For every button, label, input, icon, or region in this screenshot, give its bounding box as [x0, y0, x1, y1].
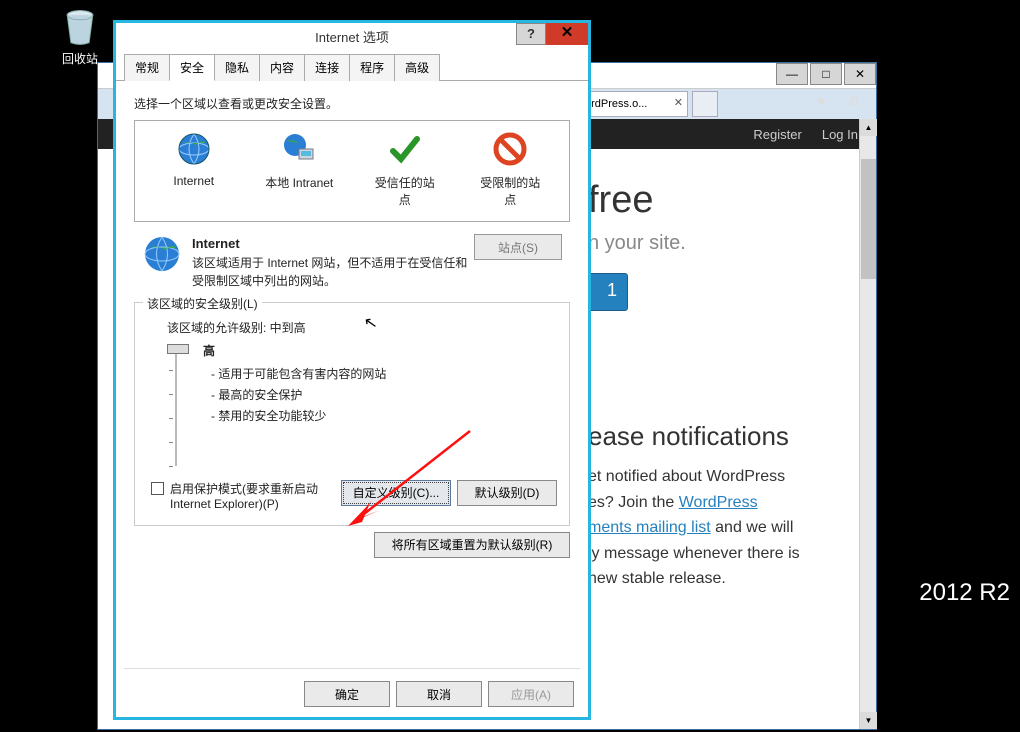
- wordpress-link[interactable]: WordPress: [679, 494, 758, 511]
- restricted-icon: [492, 131, 528, 167]
- globe-icon: [142, 234, 182, 274]
- zone-internet[interactable]: Internet: [159, 131, 229, 211]
- ok-button[interactable]: 确定: [304, 681, 390, 707]
- recycle-bin[interactable]: 回收站: [50, 6, 110, 67]
- protect-mode-row: 启用保护模式(要求重新启动 Internet Explorer)(P) 自定义级…: [147, 480, 557, 511]
- dialog-close-button[interactable]: ✕: [546, 23, 588, 45]
- login-link[interactable]: Log In: [822, 127, 858, 142]
- scroll-up-button[interactable]: ▲: [860, 119, 877, 136]
- close-button[interactable]: ✕: [844, 63, 876, 85]
- apply-button: 应用(A): [488, 681, 574, 707]
- news-text: et notified about WordPress es? Join the…: [588, 464, 846, 592]
- level-description: 高 - 适用于可能包含有害内容的网站 - 最高的安全保护 - 禁用的安全功能较少: [199, 342, 386, 466]
- dialog-footer: 确定 取消 应用(A): [304, 681, 574, 707]
- tab-content[interactable]: 内容: [259, 54, 305, 81]
- zone-prompt: 选择一个区域以查看或更改安全设置。: [134, 95, 570, 112]
- register-link[interactable]: Register: [753, 127, 801, 142]
- recycle-bin-icon: [58, 6, 102, 50]
- tab-privacy[interactable]: 隐私: [214, 54, 260, 81]
- zone-description: 该区域适用于 Internet 网站，但不适用于在受信任和受限制区域中列出的网站…: [192, 256, 467, 288]
- maximize-button[interactable]: □: [810, 63, 842, 85]
- tab-title: ordPress.o...: [585, 98, 647, 110]
- zone-local-intranet[interactable]: 本地 Intranet: [264, 131, 334, 211]
- protect-mode-checkbox[interactable]: [151, 482, 164, 495]
- scroll-down-button[interactable]: ▼: [860, 712, 877, 729]
- slider-thumb[interactable]: [167, 344, 189, 354]
- internet-options-dialog: Internet 选项 ? ✕ 常规 安全 隐私 内容 连接 程序 高级 选择一…: [113, 20, 591, 720]
- zone-selector: Internet 本地 Intranet 受信任的站点 受限制的站点: [134, 120, 570, 222]
- tab-advanced[interactable]: 高级: [394, 54, 440, 81]
- scroll-thumb[interactable]: [861, 159, 876, 279]
- intranet-icon: [281, 131, 317, 167]
- dialog-title-bar[interactable]: Internet 选项 ? ✕: [116, 23, 588, 49]
- reset-all-button[interactable]: 将所有区域重置为默认级别(R): [374, 532, 570, 558]
- zone-trusted[interactable]: 受信任的站点: [370, 131, 440, 211]
- browser-tab[interactable]: ordPress.o... ✕: [578, 91, 688, 117]
- security-legend: 该区域的安全级别(L): [143, 295, 262, 312]
- dialog-tabs: 常规 安全 隐私 内容 连接 程序 高级: [116, 53, 588, 81]
- dialog-body: 选择一个区域以查看或更改安全设置。 Internet 本地 Intranet 受…: [116, 81, 588, 572]
- ie-tools[interactable]: ★ ⚙: [815, 93, 868, 110]
- tab-connections[interactable]: 连接: [304, 54, 350, 81]
- security-slider[interactable]: [167, 346, 185, 466]
- watermark: 2012 R2: [919, 579, 1010, 607]
- tab-security[interactable]: 安全: [169, 54, 215, 81]
- security-level-group: 该区域的安全级别(L) 该区域的允许级别: 中到高 高 - 适用于可能包含有害内…: [134, 302, 570, 526]
- sites-button: 站点(S): [474, 234, 562, 260]
- new-tab-button[interactable]: [692, 91, 718, 117]
- allow-level: 该区域的允许级别: 中到高: [167, 319, 557, 336]
- zone-info: Internet 该区域适用于 Internet 网站，但不适用于在受信任和受限…: [134, 234, 570, 290]
- zone-restricted[interactable]: 受限制的站点: [475, 131, 545, 211]
- tab-programs[interactable]: 程序: [349, 54, 395, 81]
- minimize-button[interactable]: —: [776, 63, 808, 85]
- cancel-button[interactable]: 取消: [396, 681, 482, 707]
- tab-close-icon[interactable]: ✕: [674, 96, 683, 109]
- zone-name: Internet: [192, 236, 240, 251]
- hero-title: free: [588, 179, 846, 222]
- checkmark-icon: [387, 131, 423, 167]
- help-button[interactable]: ?: [516, 23, 546, 45]
- download-button[interactable]: 1: [588, 273, 628, 311]
- news-heading: ease notifications: [588, 421, 846, 452]
- custom-level-button[interactable]: 自定义级别(C)...: [341, 480, 451, 506]
- globe-icon: [176, 131, 212, 167]
- tab-general[interactable]: 常规: [124, 54, 170, 81]
- scrollbar[interactable]: ▲ ▼: [859, 119, 876, 729]
- default-level-button[interactable]: 默认级别(D): [457, 480, 557, 506]
- dialog-title: Internet 选项: [315, 27, 389, 46]
- mailing-list-link[interactable]: ments mailing list: [588, 519, 711, 536]
- hero-tagline: n your site.: [588, 232, 846, 255]
- protect-mode-label: 启用保护模式(要求重新启动 Internet Explorer)(P): [170, 480, 340, 511]
